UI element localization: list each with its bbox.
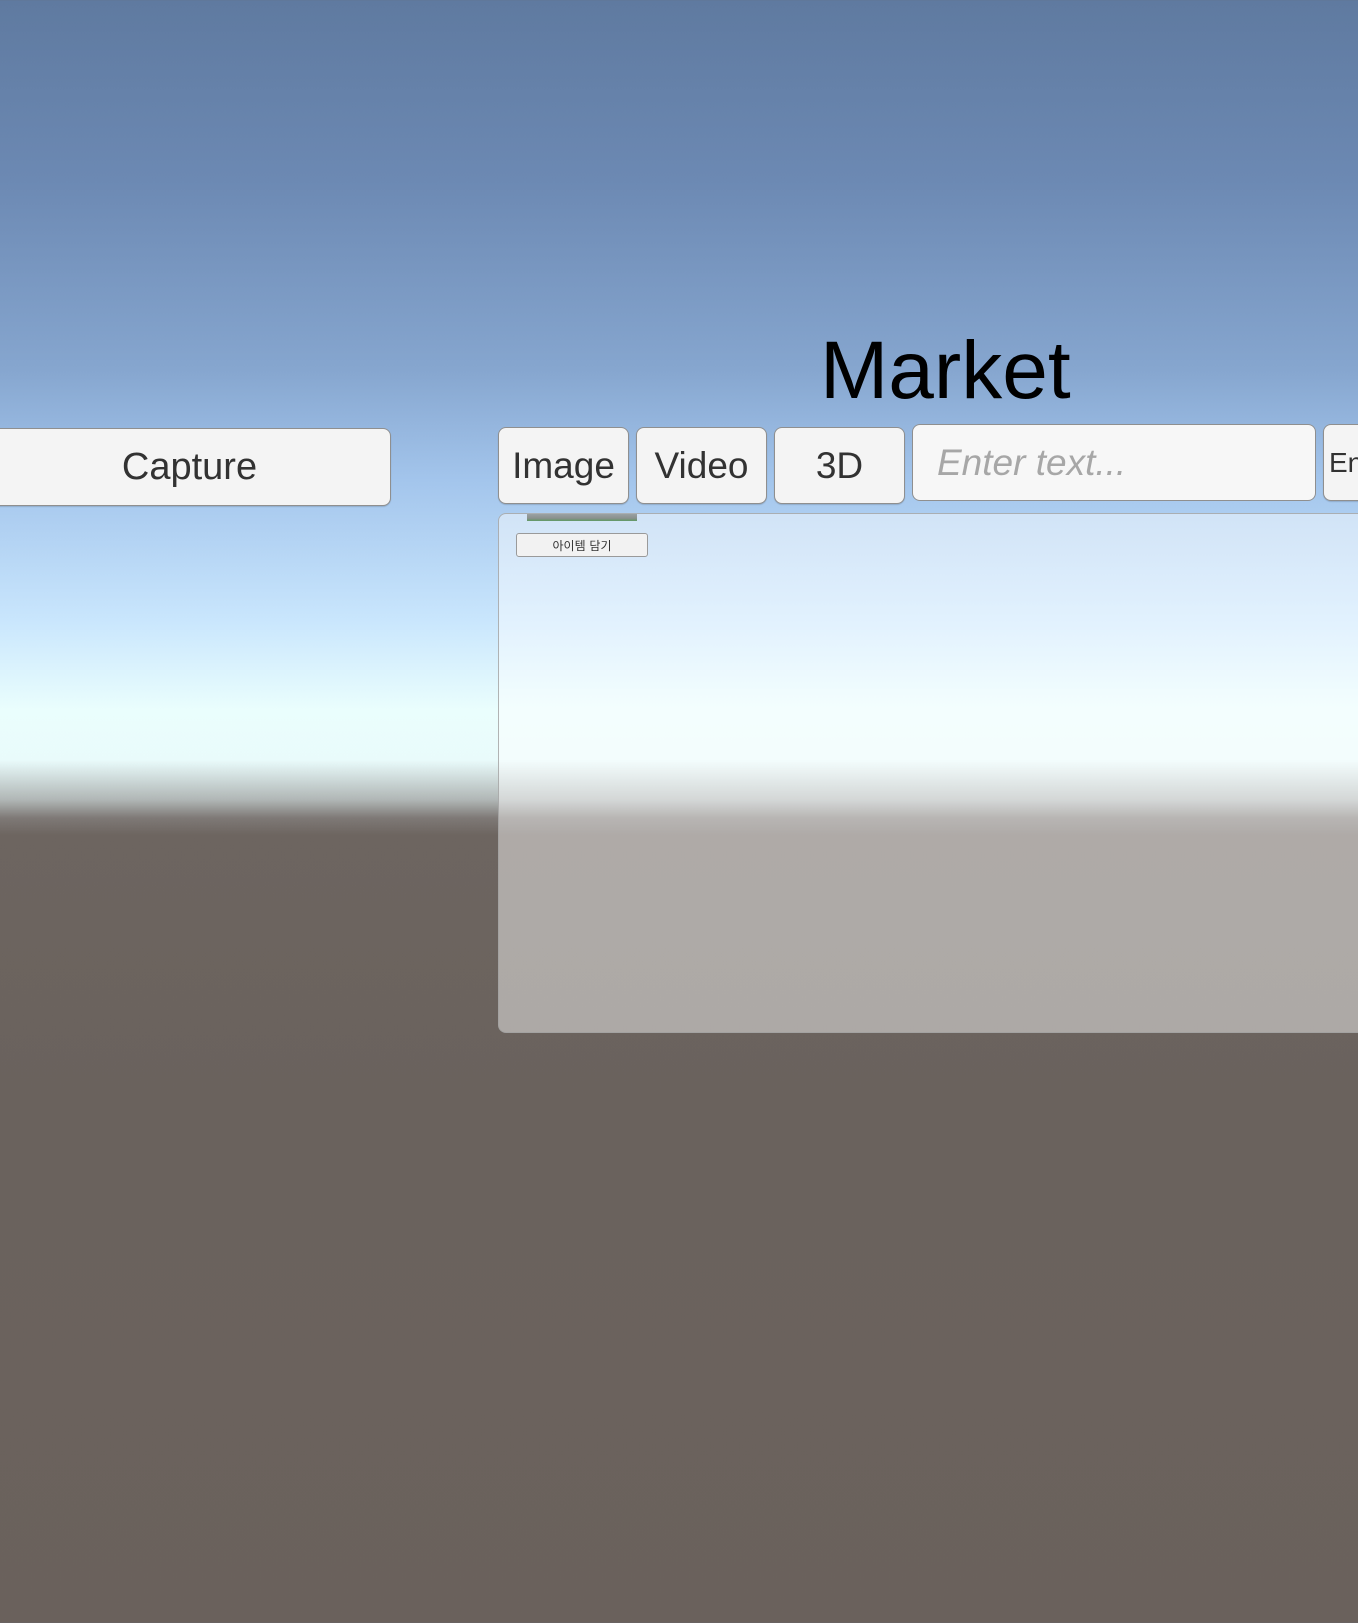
- tab-image-button[interactable]: Image: [498, 427, 629, 504]
- tab-video-button[interactable]: Video: [636, 427, 767, 504]
- market-items-panel[interactable]: 아이템 담기: [498, 513, 1358, 1033]
- tab-3d-label: 3D: [815, 444, 864, 486]
- capture-button-label: Capture: [121, 445, 258, 488]
- add-item-button[interactable]: 아이템 담기: [516, 533, 648, 557]
- item-thumbnail[interactable]: [527, 514, 637, 521]
- enter-button-label: En: [1329, 446, 1358, 478]
- capture-button[interactable]: Capture: [0, 428, 391, 506]
- tab-image-label: Image: [512, 444, 615, 486]
- search-input[interactable]: [912, 424, 1316, 501]
- tab-video-label: Video: [654, 444, 749, 486]
- add-item-button-label: 아이템 담기: [552, 538, 612, 553]
- tab-3d-button[interactable]: 3D: [774, 427, 905, 504]
- enter-button[interactable]: En: [1323, 424, 1358, 501]
- market-title: Market: [820, 325, 1071, 416]
